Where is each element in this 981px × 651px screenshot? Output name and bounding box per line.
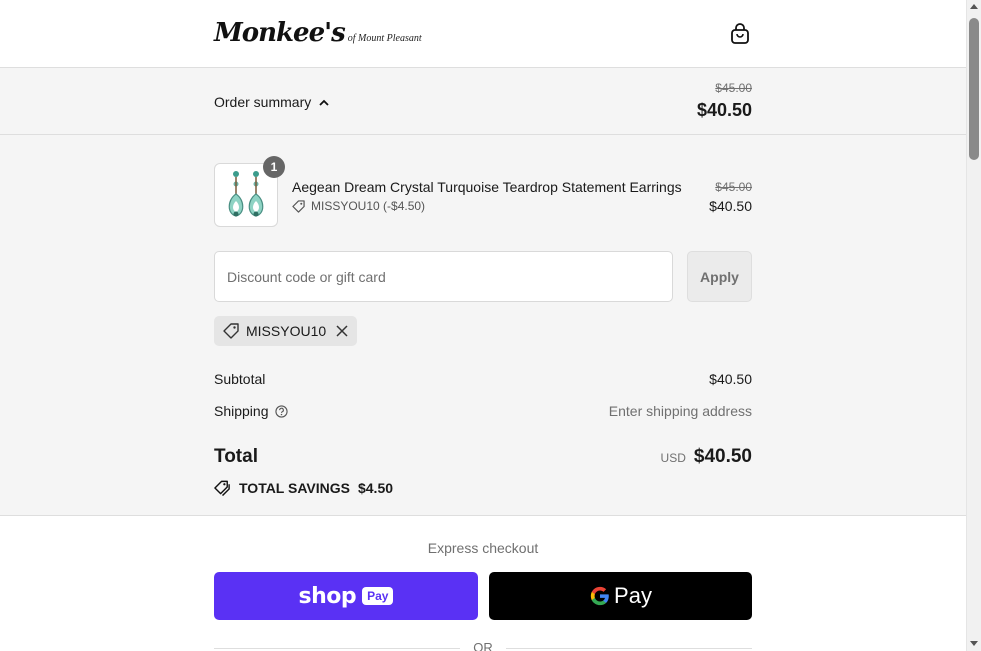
order-summary-panel: 1 Aegean Dream Crystal Turquoise Teardro… [0, 135, 966, 516]
shipping-value: Enter shipping address [608, 403, 752, 419]
apply-button[interactable]: Apply [687, 251, 752, 302]
savings-value: $4.50 [357, 480, 394, 496]
or-label: OR [473, 640, 493, 651]
divider-line-right [506, 648, 752, 649]
google-pay-button[interactable]: Pay [489, 572, 752, 620]
earrings-image [228, 171, 264, 217]
checkout-page: Monkee's of Mount Pleasant Order summary… [0, 0, 966, 651]
scrollbar-thumb[interactable] [969, 18, 979, 160]
total-savings: TOTAL SAVINGS $4.50 [214, 480, 393, 496]
product-discount-text: MISSYOU10 (-$4.50) [311, 199, 426, 213]
vertical-scrollbar[interactable] [966, 0, 981, 651]
cart-button[interactable] [728, 22, 752, 46]
logo-sub-text: of Mount Pleasant [347, 33, 422, 44]
scroll-down-arrow-icon[interactable] [970, 641, 978, 646]
or-divider: OR [214, 638, 752, 651]
total-value-group: USD $40.50 [661, 446, 752, 468]
product-title: Aegean Dream Crystal Turquoise Teardrop … [292, 179, 682, 195]
order-summary-label: Order summary [214, 94, 312, 110]
currency-code: USD [660, 451, 686, 465]
product-discount: MISSYOU10 (-$4.50) [292, 199, 425, 213]
store-logo[interactable]: Monkee's of Mount Pleasant [214, 18, 422, 48]
chevron-up-icon [319, 99, 329, 106]
shipping-row: Shipping [214, 403, 288, 419]
total-value: $40.50 [693, 446, 752, 467]
header: Monkee's of Mount Pleasant [0, 0, 966, 68]
quantity-badge: 1 [263, 156, 285, 178]
scroll-up-arrow-icon[interactable] [970, 4, 978, 9]
express-checkout-label: Express checkout [427, 540, 539, 556]
close-icon [336, 325, 348, 337]
google-g-icon [590, 586, 609, 606]
order-summary-bar: Order summary $45.00 $40.50 [0, 68, 966, 135]
tag-icon [223, 323, 239, 339]
product-price: $40.50 [709, 198, 752, 214]
remove-discount-button[interactable] [336, 325, 348, 337]
subtotal-label: Subtotal [214, 371, 266, 387]
subtotal-value: $40.50 [709, 371, 752, 387]
total-label: Total [214, 446, 258, 467]
logo-main-text: Monkee's [214, 18, 346, 48]
shop-pay-button[interactable]: shop Pay [214, 572, 478, 620]
product-original-price: $45.00 [715, 180, 752, 194]
summary-original-total: $45.00 [715, 81, 752, 95]
savings-label: TOTAL SAVINGS [239, 480, 350, 496]
summary-total: $40.50 [696, 100, 752, 120]
google-pay-word: Pay [614, 583, 652, 608]
order-summary-toggle[interactable]: Order summary [214, 94, 329, 110]
tags-icon [214, 480, 230, 496]
tag-icon [292, 199, 305, 213]
shopping-bag-icon [731, 23, 749, 44]
discount-code-input[interactable] [214, 251, 673, 302]
applied-discount-chip: MISSYOU10 [214, 316, 358, 346]
applied-discount-code: MISSYOU10 [246, 323, 327, 339]
shop-pay-word: shop [298, 583, 357, 609]
shipping-label: Shipping [214, 403, 269, 419]
help-icon[interactable] [274, 404, 288, 418]
shop-pay-pill: Pay [362, 587, 394, 605]
